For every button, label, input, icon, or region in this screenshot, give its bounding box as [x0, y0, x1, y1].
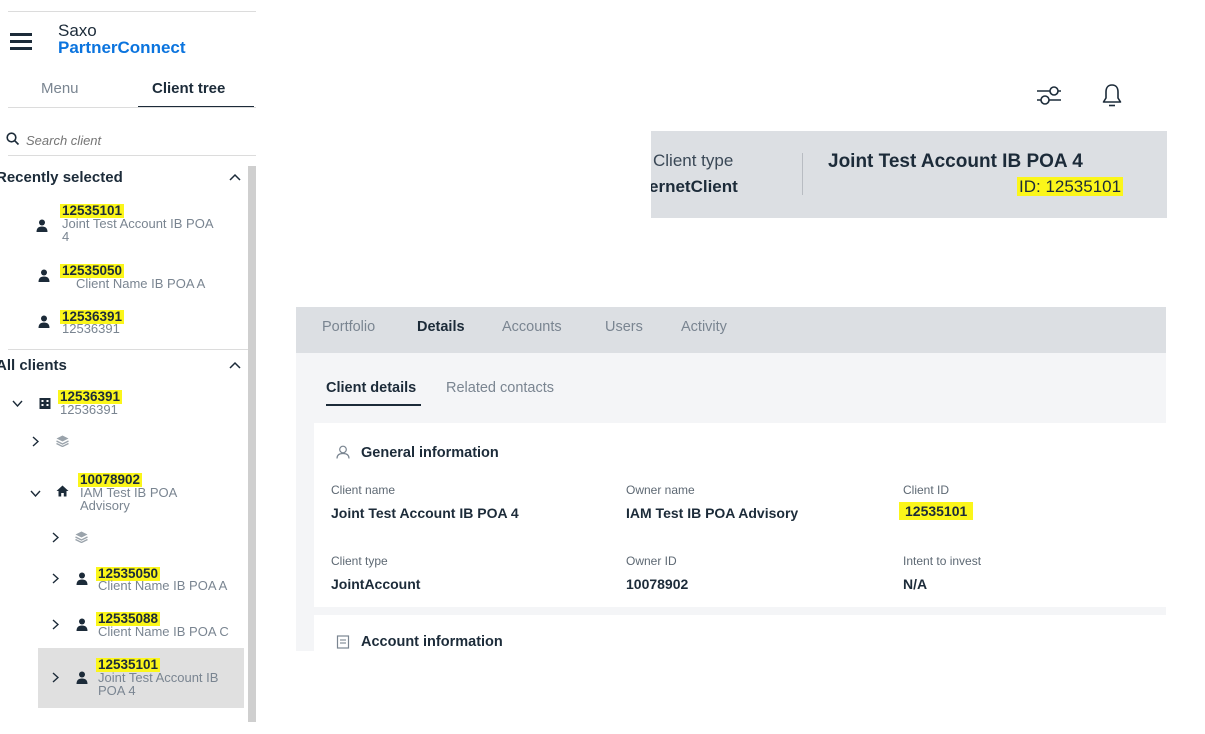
chevron-right-icon[interactable] — [52, 672, 59, 683]
subtab-client-details[interactable]: Client details — [326, 380, 416, 396]
client-type-label: Client type — [653, 151, 734, 170]
logo-brand-line2[interactable]: PartnerConnect — [58, 38, 186, 58]
recent-item[interactable]: 12536391 12536391 — [36, 307, 248, 339]
bell-icon[interactable] — [1102, 83, 1122, 107]
field-value: IAM Test IB POA Advisory — [626, 505, 799, 521]
active-subtab-indicator — [326, 404, 421, 406]
account-information-title: Account information — [361, 634, 503, 650]
person-icon — [38, 269, 50, 282]
tree-node-selected[interactable]: 12535101 Joint Test Account IB POA 4 — [38, 648, 244, 708]
chevron-up-icon[interactable] — [229, 361, 241, 369]
divider — [8, 349, 248, 350]
tree-node[interactable]: 12535088 Client Name IB POA C — [50, 609, 248, 643]
field-value: JointAccount — [331, 576, 421, 592]
tab-accounts[interactable]: Accounts — [502, 319, 562, 335]
tab-menu[interactable]: Menu — [41, 80, 79, 106]
tab-activity[interactable]: Activity — [681, 319, 727, 335]
client-name-cont: 4 — [62, 229, 70, 244]
person-icon — [76, 618, 88, 631]
general-information-card: General information Client name Joint Te… — [314, 423, 1166, 607]
client-name-title: Joint Test Account IB POA 4 — [828, 151, 1083, 172]
tab-client-tree[interactable]: Client tree — [152, 80, 225, 106]
client-name: Client Name IB POA C — [98, 624, 229, 639]
hamburger-menu-icon[interactable] — [10, 33, 34, 51]
building-icon — [39, 397, 51, 409]
tree-node[interactable]: 12535050 Client Name IB POA A — [50, 563, 248, 597]
person-icon — [76, 671, 88, 684]
client-info-banner: Client type ernetClient Joint Test Accou… — [651, 131, 1167, 218]
layers-icon — [56, 435, 69, 447]
client-name-cont: POA 4 — [98, 683, 136, 698]
user-outline-icon — [336, 445, 350, 459]
search-client-input[interactable] — [26, 130, 254, 150]
tab-portfolio[interactable]: Portfolio — [322, 319, 375, 335]
field-label: Client name — [331, 483, 396, 497]
recent-item[interactable]: 12535101 Joint Test Account IB POA 4 — [36, 201, 248, 245]
home-icon — [56, 485, 69, 497]
person-icon — [76, 572, 88, 585]
tree-node[interactable] — [30, 432, 230, 452]
field-label: Client type — [331, 554, 388, 568]
account-information-card: Account information — [314, 615, 1166, 651]
chevron-right-icon[interactable] — [52, 619, 59, 630]
chevron-right-icon[interactable] — [52, 573, 59, 584]
divider — [8, 11, 256, 12]
field-value: 10078902 — [626, 576, 689, 592]
tab-users[interactable]: Users — [605, 319, 643, 335]
scrollbar[interactable] — [248, 166, 256, 722]
document-icon — [336, 635, 350, 649]
field-label: Owner name — [626, 483, 695, 497]
tree-node[interactable]: 12536391 12536391 — [8, 386, 248, 418]
chevron-down-icon[interactable] — [12, 400, 23, 407]
subtab-related-contacts[interactable]: Related contacts — [446, 380, 554, 396]
divider — [8, 155, 256, 156]
divider — [802, 153, 803, 195]
field-value: N/A — [903, 576, 928, 592]
layers-icon — [75, 531, 88, 543]
field-label: Intent to invest — [903, 554, 982, 568]
person-icon — [38, 315, 50, 328]
client-id-badge: ID: 12535101 — [1017, 177, 1124, 196]
field-label: Client ID — [903, 483, 950, 497]
field-value: 12535101 — [899, 502, 974, 520]
divider — [8, 107, 256, 108]
recently-selected-title: Recently selected — [0, 169, 123, 186]
chevron-up-icon[interactable] — [229, 173, 241, 181]
main-tabs: Portfolio Details Accounts Users Activit… — [296, 307, 1166, 353]
person-icon — [36, 219, 48, 232]
general-information-title: General information — [361, 445, 499, 461]
client-name-cont: Advisory — [80, 498, 130, 513]
chevron-right-icon[interactable] — [32, 436, 39, 447]
client-name: Joint Test Account IB POA — [62, 216, 214, 231]
client-name: Client Name IB POA A — [98, 578, 228, 593]
client-details-panel: Portfolio Details Accounts Users Activit… — [296, 307, 1166, 651]
tree-node[interactable] — [50, 528, 240, 548]
chevron-down-icon[interactable] — [30, 490, 41, 497]
client-name: 12536391 — [60, 402, 118, 417]
client-name: 12536391 — [62, 321, 120, 336]
chevron-right-icon[interactable] — [52, 532, 59, 543]
sidebar: Saxo PartnerConnect Menu Client tree Rec… — [0, 0, 258, 734]
client-name: Client Name IB POA A — [76, 276, 206, 291]
search-icon — [6, 132, 20, 146]
tree-node[interactable]: 10078902 IAM Test IB POA Advisory — [30, 470, 248, 514]
filter-settings-icon[interactable] — [1036, 83, 1062, 107]
tab-details[interactable]: Details — [417, 319, 465, 335]
field-label: Owner ID — [626, 554, 677, 568]
recent-item[interactable]: 12535050 Client Name IB POA A — [36, 261, 248, 293]
client-type-value: ernetClient — [651, 177, 738, 196]
field-value: Joint Test Account IB POA 4 — [331, 505, 519, 521]
all-clients-title: All clients — [0, 357, 67, 374]
